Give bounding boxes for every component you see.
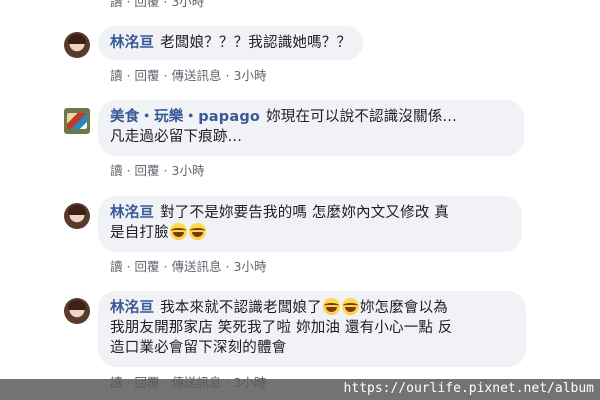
comment-time[interactable]: 3小時: [234, 259, 267, 274]
comment-text-line-1: 對了不是妳要告我的嗎 怎麼妳內文又修改 真: [160, 205, 450, 221]
comment-text-line-2: 我朋友開那家店 笑死我了啦 妳加油 還有小心一點 反: [110, 320, 453, 336]
avatar[interactable]: [64, 32, 90, 58]
laughing-tears-emoji-icon: [169, 223, 187, 240]
avatar[interactable]: [64, 298, 90, 324]
comment-author[interactable]: 林洺亘: [110, 300, 154, 316]
comment-text-line-1a: 我本來就不認識老闆娘了: [160, 300, 322, 316]
like-link[interactable]: 讀: [110, 68, 123, 83]
comment-text-line-2: 凡走過必留下痕跡...: [110, 129, 243, 145]
comment-author[interactable]: 林洺亘: [110, 35, 154, 51]
comment-actions: 讀·回覆·傳送訊息·3小時: [110, 68, 267, 83]
comment-text-line-3: 造口業必會留下深刻的體會: [110, 340, 287, 356]
reply-link[interactable]: 回覆: [135, 163, 160, 178]
laughing-tears-emoji-icon: [188, 223, 206, 240]
comment-bubble: 林洺亘 老闆娘？？？我認識她嗎？？: [98, 26, 364, 60]
comment-bubble: 美食・玩樂・papago 妳現在可以說不認識沒關係... 凡走過必留下痕跡...: [98, 100, 524, 156]
send-message-link[interactable]: 傳送訊息: [172, 259, 222, 274]
previous-actions-text: 讀 · 回覆 · 3小時: [110, 0, 205, 9]
laughing-tears-emoji-icon: [322, 298, 340, 315]
comment-author[interactable]: 美食・玩樂・papago: [110, 109, 260, 125]
comment-time[interactable]: 3小時: [234, 68, 267, 83]
previous-comment-actions: 讀 · 回覆 · 3小時: [110, 0, 204, 10]
send-message-link[interactable]: 傳送訊息: [172, 68, 222, 83]
comment-bubble: 林洺亘 對了不是妳要告我的嗎 怎麼妳內文又修改 真 是自打臉: [98, 196, 522, 252]
avatar[interactable]: [64, 108, 90, 134]
comment-text-line-1: 妳現在可以說不認識沒關係...: [266, 109, 457, 125]
comment-actions: 讀·回覆·傳送訊息·3小時: [110, 259, 267, 274]
comment-author[interactable]: 林洺亘: [110, 205, 154, 221]
watermark-url: https://ourlife.pixnet.net/album: [343, 381, 594, 396]
laughing-tears-emoji-icon: [341, 298, 359, 315]
reply-link[interactable]: 回覆: [135, 68, 160, 83]
watermark-bar: https://ourlife.pixnet.net/album: [0, 379, 600, 400]
comment-text: 老闆娘？？？我認識她嗎？？: [160, 35, 352, 51]
avatar[interactable]: [64, 203, 90, 229]
comment-actions: 讀 · 回覆 · 3小時: [110, 163, 205, 178]
like-link[interactable]: 讀: [110, 259, 123, 274]
comment-time[interactable]: 3小時: [172, 163, 205, 178]
like-link[interactable]: 讀: [110, 163, 123, 178]
reply-link[interactable]: 回覆: [135, 259, 160, 274]
comment-bubble: 林洺亘 我本來就不認識老闆娘了 妳怎麼會以為 我朋友開那家店 笑死我了啦 妳加油 還…: [98, 291, 526, 367]
comment-text-line-1b: 妳怎麼會以為: [359, 300, 449, 316]
comment-text-line-2: 是自打臉: [110, 225, 169, 241]
